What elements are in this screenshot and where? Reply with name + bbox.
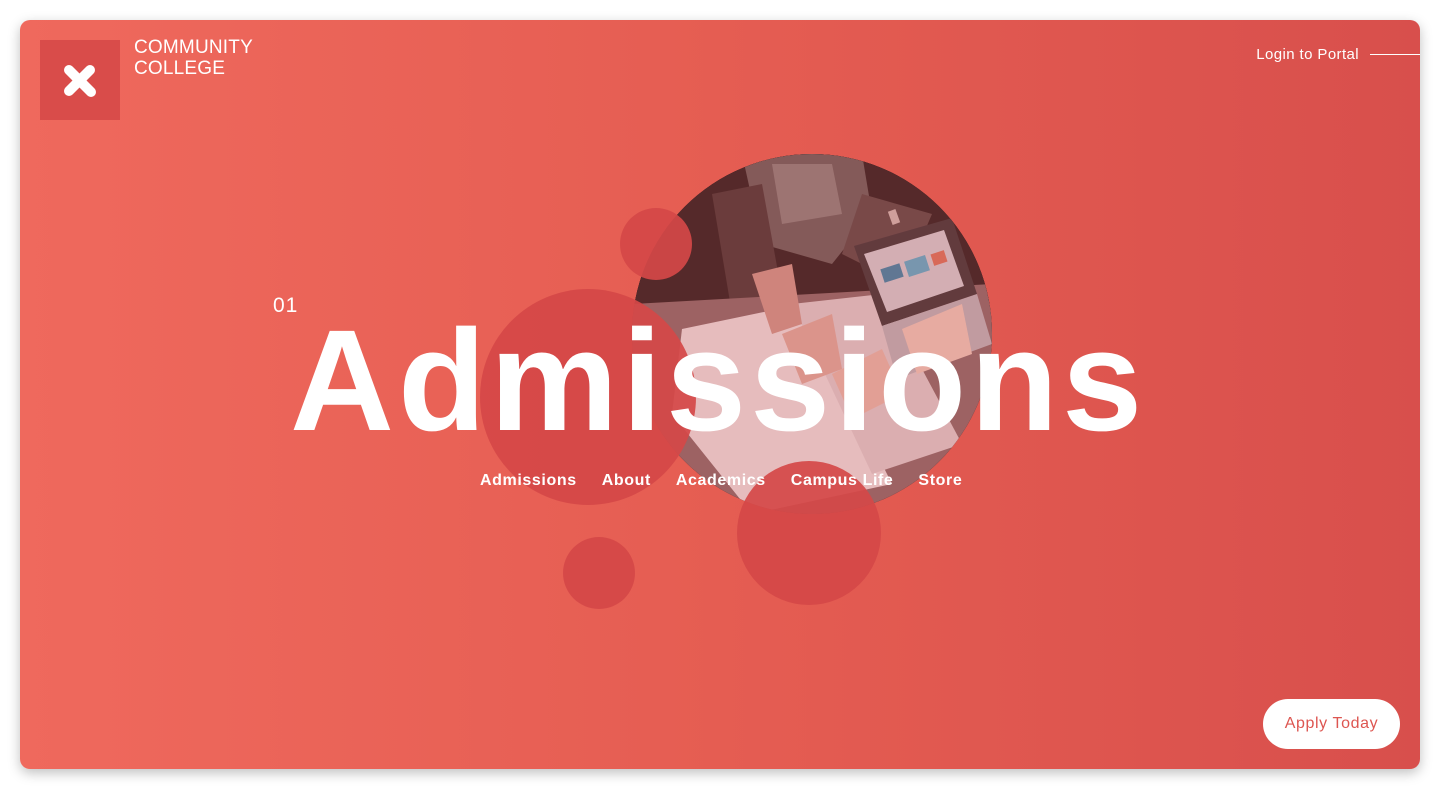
hero-card: COMMUNITY COLLEGE Login to Portal 01 Adm… xyxy=(20,20,1420,769)
login-portal-label: Login to Portal xyxy=(1256,46,1359,63)
nav-item-about[interactable]: About xyxy=(602,472,651,490)
page-title: Admissions xyxy=(290,300,1147,461)
college-name-line1: COMMUNITY xyxy=(134,37,253,58)
apply-today-button[interactable]: Apply Today xyxy=(1263,699,1400,749)
college-name-line2: COLLEGE xyxy=(134,58,226,79)
nav-item-store[interactable]: Store xyxy=(918,472,962,490)
logo[interactable] xyxy=(40,40,120,120)
x-logo-icon xyxy=(64,65,96,97)
nav-item-admissions[interactable]: Admissions xyxy=(480,472,577,490)
nav-item-academics[interactable]: Academics xyxy=(676,472,766,490)
college-name: COMMUNITY COLLEGE xyxy=(134,37,253,79)
decor-bubble-small-top xyxy=(620,208,692,280)
portal-line-divider xyxy=(1370,54,1420,55)
decor-bubble-small-bottom xyxy=(563,537,635,609)
main-nav: Admissions About Academics Campus Life S… xyxy=(480,472,962,490)
nav-item-campus-life[interactable]: Campus Life xyxy=(791,472,894,490)
login-portal-link[interactable]: Login to Portal xyxy=(1256,46,1420,63)
